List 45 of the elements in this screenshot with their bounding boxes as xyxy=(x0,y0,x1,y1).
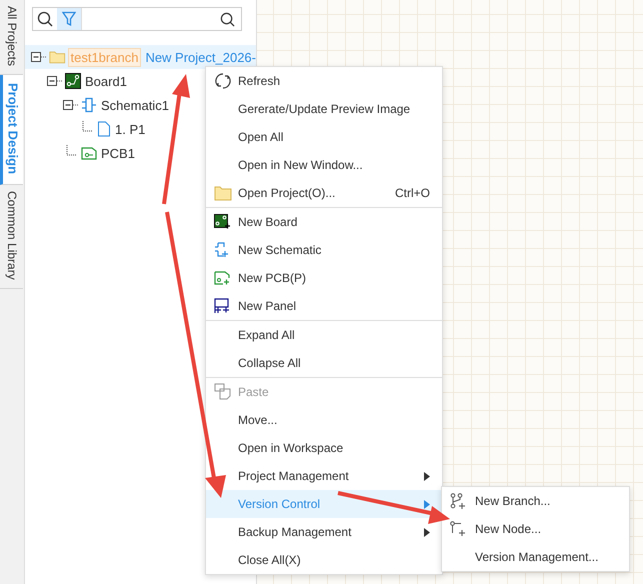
menu-item[interactable]: Move... xyxy=(206,406,442,434)
search-icon xyxy=(220,12,235,26)
paste-icon xyxy=(214,383,232,401)
tree-label: 1. P1 xyxy=(115,122,146,136)
collapse-toggle-icon[interactable] xyxy=(63,99,79,111)
menu-item[interactable]: Close All(X) xyxy=(206,546,442,574)
board-icon xyxy=(65,73,81,89)
new-board-icon xyxy=(214,214,230,230)
menu-item[interactable]: New Schematic xyxy=(206,236,442,264)
menu-item[interactable]: New PCB(P) xyxy=(206,264,442,292)
tree-label: Schematic1 xyxy=(101,98,169,112)
new-pcb-icon xyxy=(214,270,230,286)
menu-item[interactable]: Gererate/Update Preview Image xyxy=(206,95,442,123)
pcb-icon xyxy=(81,145,97,161)
branch-tag: test1branch xyxy=(68,48,142,66)
tree-label: New Project_2026- xyxy=(145,50,256,64)
menu-item[interactable]: Open in New Window... xyxy=(206,151,442,179)
collapse-toggle-icon[interactable] xyxy=(47,75,63,87)
side-tab[interactable]: Common Library xyxy=(0,185,23,289)
schematic-icon xyxy=(81,97,97,113)
collapse-toggle-icon[interactable] xyxy=(31,51,47,63)
menu-item[interactable]: Expand All xyxy=(206,321,442,349)
side-tab[interactable]: Project Design xyxy=(0,75,23,186)
menu-item[interactable]: New Panel xyxy=(206,292,442,320)
new-panel-icon xyxy=(214,298,230,314)
tree-label: Board1 xyxy=(85,74,127,88)
menu-item[interactable]: Collapse All xyxy=(206,349,442,377)
menu-item[interactable]: New Branch... xyxy=(442,487,629,515)
menu-item[interactable]: New Node... xyxy=(442,515,629,543)
menu-item[interactable]: Refresh xyxy=(206,67,442,95)
node-icon xyxy=(450,521,466,537)
page-icon xyxy=(97,121,111,137)
folder-icon xyxy=(214,185,232,201)
refresh-icon xyxy=(214,72,232,90)
branch-icon xyxy=(450,493,466,509)
menu-item[interactable]: Open Project(O)... Ctrl+O xyxy=(206,179,442,207)
menu-item[interactable]: Backup Management xyxy=(206,518,442,546)
folder-icon xyxy=(49,49,66,65)
tree-label: PCB1 xyxy=(101,146,135,160)
menu-item[interactable]: New Board xyxy=(206,208,442,236)
new-schematic-icon xyxy=(214,242,230,258)
menu-item[interactable]: Open in Workspace xyxy=(206,434,442,462)
menu-item[interactable]: Version Management... xyxy=(442,543,629,571)
menu-item[interactable]: Open All xyxy=(206,123,442,151)
menu-item[interactable]: Project Management xyxy=(206,462,442,490)
